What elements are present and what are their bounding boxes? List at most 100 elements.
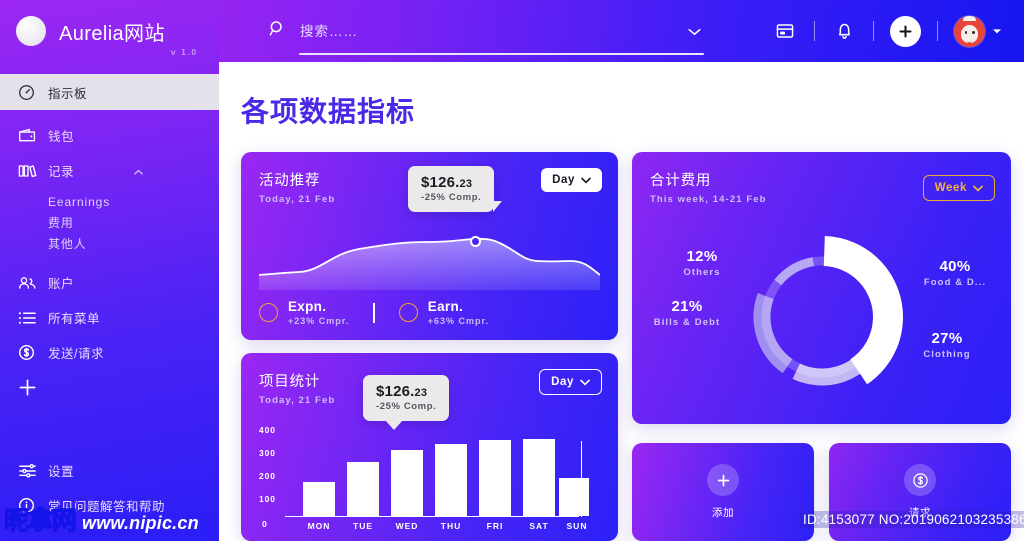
bar-tue[interactable]: [347, 462, 379, 516]
app-root: Aurelia网站 v 1.0 指示板 钱包 记录 Eearnings 费用 其…: [0, 0, 1024, 541]
bar-thu[interactable]: [435, 444, 467, 516]
sidebar-item-label: 所有菜单: [48, 312, 101, 326]
card-request[interactable]: 请求: [829, 443, 1011, 541]
add-action[interactable]: 添加: [632, 443, 814, 541]
tooltip-amount-main: $126.: [376, 383, 415, 400]
chevron-down-icon: [581, 177, 591, 184]
tooltip-tail: [493, 201, 503, 212]
records-books-icon: [18, 163, 48, 179]
sidebar-subitem-others[interactable]: 其他人: [48, 234, 219, 255]
divider: [814, 21, 815, 41]
plus-icon: [707, 464, 739, 496]
donut-name: Bills & Debt: [653, 317, 721, 328]
sidebar-add-button[interactable]: [0, 370, 219, 405]
x-axis-tick: SUN: [566, 521, 588, 531]
top-header: [219, 0, 1024, 62]
brand-name: Aurelia网站: [59, 22, 165, 45]
sliders-icon: [18, 463, 48, 478]
sidebar-item-label: 指示板: [48, 86, 88, 101]
chevron-down-icon: [580, 379, 590, 386]
sidebar-item-faq-help[interactable]: 常见问题解答和帮助: [0, 488, 219, 523]
avatar-mouth: [967, 40, 972, 43]
card-project-stats: 项目统计 Today, 21 Feb Day $126.23 -25% Comp…: [241, 353, 618, 541]
sidebar-subitem-expenses[interactable]: 费用: [48, 213, 219, 234]
bar-sat[interactable]: [523, 439, 555, 516]
y-axis-tick: 400: [259, 425, 276, 435]
divider: [373, 302, 375, 323]
add-button[interactable]: [890, 15, 921, 47]
search-underline: [299, 53, 704, 55]
donut-label-clothing: 27% Clothing: [896, 330, 998, 360]
search-input[interactable]: [300, 23, 630, 39]
donut-name: Food & D...: [923, 277, 987, 288]
sidebar-item-send-request[interactable]: 发送/请求: [0, 335, 219, 370]
donut-name: Clothing: [923, 349, 971, 360]
x-axis-tick: MON: [307, 521, 331, 531]
chevron-up-icon[interactable]: [134, 164, 143, 178]
sidebar-item-wallet[interactable]: 钱包: [0, 118, 219, 153]
chevron-down-icon[interactable]: [992, 22, 1002, 40]
sidebar-item-label: 账户: [48, 277, 75, 291]
donut-value: 40%: [939, 258, 971, 275]
sidebar-item-settings[interactable]: 设置: [0, 453, 219, 488]
bar-sun[interactable]: [559, 478, 589, 516]
x-axis-tick: THU: [440, 521, 462, 531]
expense-ring-icon: [259, 303, 278, 322]
donut-value: 21%: [671, 298, 703, 315]
sidebar-item-all-menu[interactable]: 所有菜单: [0, 300, 219, 335]
range-label: Day: [552, 174, 575, 186]
users-icon: [18, 275, 48, 291]
dashboard-gauge-icon: [18, 84, 48, 101]
sidebar-item-accounts[interactable]: 账户: [0, 265, 219, 300]
tooltip-amount-main: $126.: [421, 174, 460, 191]
sidebar-item-label: 钱包: [48, 130, 75, 144]
sidebar-item-label: 常见问题解答和帮助: [48, 500, 166, 514]
request-action[interactable]: 请求: [829, 443, 1011, 541]
chevron-down-icon[interactable]: [688, 23, 701, 41]
sidebar-nav: 指示板 钱包 记录 Eearnings 费用 其他人 账户 所有菜单 发送/请求…: [0, 74, 219, 523]
sidebar-subitem-earnings[interactable]: Eearnings: [48, 192, 219, 213]
stat-subtext: +23% Cmpr.: [288, 316, 350, 326]
y-axis-tick: 0: [262, 519, 268, 529]
sidebar-subnav: Eearnings 费用 其他人: [0, 188, 219, 261]
stat-subtext: +63% Cmpr.: [427, 316, 490, 326]
avatar-face: [961, 24, 978, 43]
main-content: 各项数据指标 活动推荐 Today, 21 Feb Day $126.23 -2…: [219, 62, 1024, 541]
wallet-icon[interactable]: [768, 23, 802, 39]
card-add[interactable]: 添加: [632, 443, 814, 541]
range-selector-day[interactable]: Day: [539, 369, 602, 395]
tooltip-subtext: -25% Comp.: [421, 192, 482, 203]
x-axis-tick: WED: [395, 521, 419, 531]
card-total-expense: 合计费用 This week, 14-21 Feb Week 12% Other…: [632, 152, 1011, 424]
x-axis-tick: FRI: [486, 521, 504, 531]
bar-mon[interactable]: [303, 482, 335, 516]
brand-version: v 1.0: [170, 47, 198, 57]
earn-ring-icon: [398, 303, 418, 322]
donut-label-others: 12% Others: [656, 248, 748, 278]
donut-name: Others: [683, 267, 721, 278]
donut-label-food: 40% Food & D...: [904, 258, 1006, 288]
range-label: Day: [551, 376, 574, 388]
card-activity: 活动推荐 Today, 21 Feb Day $126.23 -25% Comp…: [241, 152, 618, 340]
brand-logo[interactable]: Aurelia网站 v 1.0: [0, 0, 219, 62]
tooltip-amount: $126.23: [421, 174, 481, 191]
divider: [873, 21, 874, 41]
sidebar-item-records[interactable]: 记录: [0, 153, 219, 188]
x-axis-tick: TUE: [353, 521, 373, 531]
add-label: 添加: [711, 507, 735, 519]
y-axis-tick: 100: [259, 494, 276, 504]
bar-wed[interactable]: [391, 450, 423, 516]
range-selector-day[interactable]: Day: [541, 168, 602, 192]
chevron-down-icon: [973, 185, 983, 192]
bell-icon[interactable]: [827, 22, 861, 40]
range-selector-week[interactable]: Week: [922, 175, 995, 201]
sidebar-item-label: 记录: [48, 165, 75, 179]
sidebar: Aurelia网站 v 1.0 指示板 钱包 记录 Eearnings 费用 其…: [0, 0, 219, 541]
donut-value: 12%: [686, 248, 718, 265]
bar-fri[interactable]: [479, 440, 511, 516]
range-label: Week: [934, 182, 967, 194]
search-bar[interactable]: [269, 11, 704, 55]
avatar[interactable]: [954, 15, 985, 47]
sidebar-item-dashboard[interactable]: 指示板: [0, 74, 219, 110]
tooltip-amount-cents: 23: [414, 387, 428, 399]
